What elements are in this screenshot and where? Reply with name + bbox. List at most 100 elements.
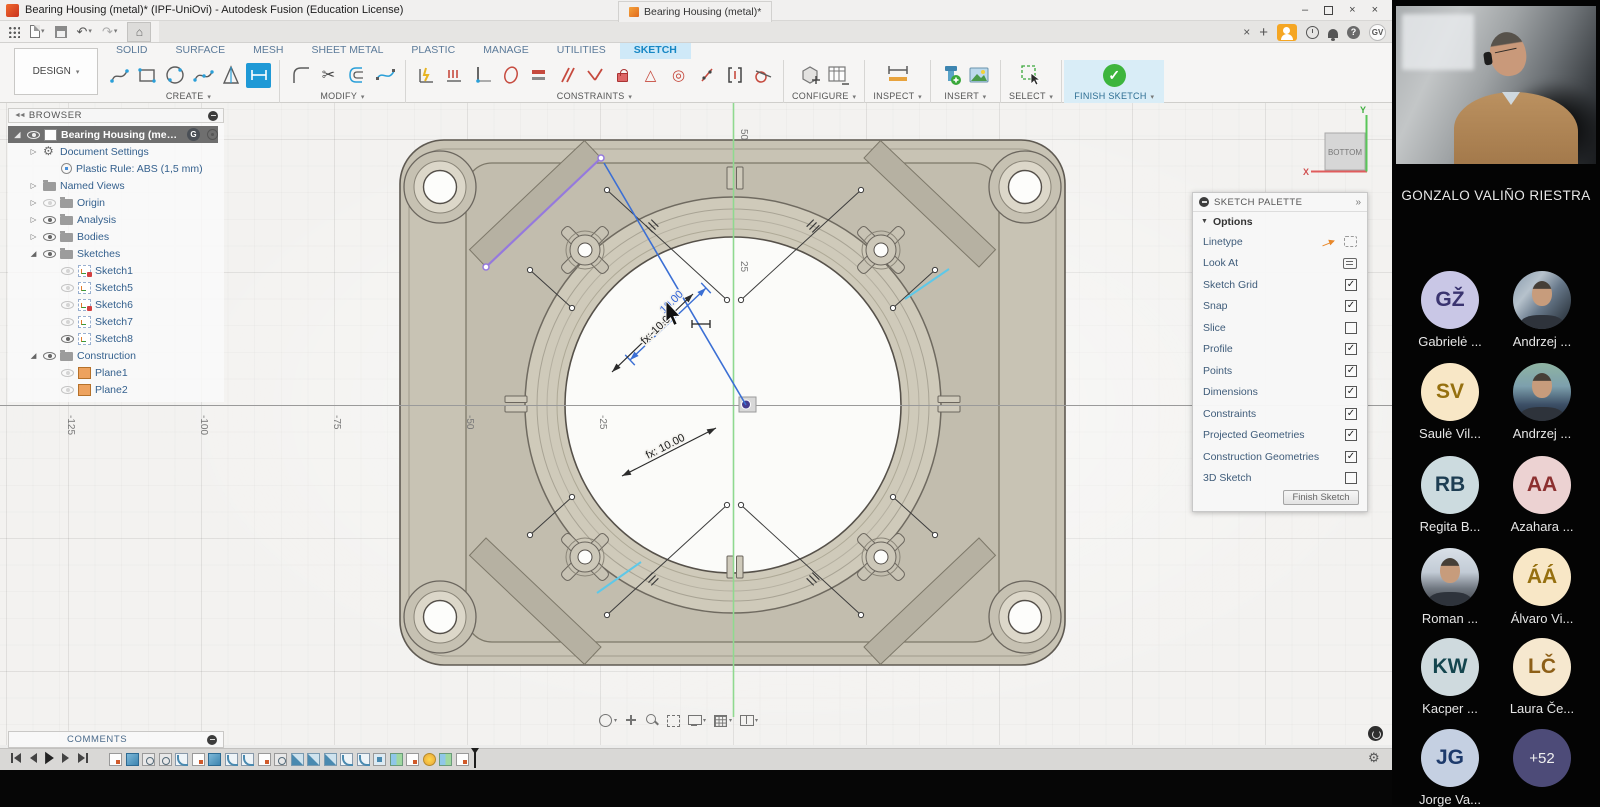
timeline-feature-fillet[interactable] (241, 753, 254, 766)
checkbox-construction-geometries[interactable]: ✓ (1345, 451, 1357, 463)
browser-item-bodies[interactable]: ▷Bodies (8, 228, 224, 245)
linetype-construction-icon[interactable] (1344, 236, 1357, 247)
grid-settings-icon[interactable]: ▾ (713, 714, 732, 726)
collapse-panel-icon[interactable]: ◄◄ (14, 112, 24, 119)
user-initials-badge[interactable]: GV (1369, 24, 1386, 41)
ground-badge-icon[interactable]: G (187, 128, 200, 141)
finish-sketch-label[interactable]: FINISH SKETCH ▾ (1074, 91, 1154, 101)
ribbon-tab-plastic[interactable]: PLASTIC (397, 43, 469, 59)
ribbon-tab-solid[interactable]: SOLID (102, 43, 162, 59)
speaker-video-tile[interactable] (1396, 6, 1596, 164)
collinear-constraint-icon[interactable] (694, 63, 719, 88)
checkbox-points[interactable]: ✓ (1345, 365, 1357, 377)
configuration-cube-icon[interactable] (798, 63, 823, 88)
fillet-tool-icon[interactable] (288, 63, 313, 88)
timeline-feature-sketch[interactable] (456, 753, 469, 766)
browser-item-plastic-rule-abs-1-5-mm[interactable]: Plastic Rule: ABS (1,5 mm) (8, 160, 224, 177)
visibility-eye-icon[interactable] (61, 267, 74, 275)
skip-end-icon[interactable] (78, 753, 89, 766)
display-settings-icon[interactable]: ▾ (687, 714, 706, 726)
timeline-feature-mirror[interactable] (390, 753, 403, 766)
lock-constraint-icon[interactable] (610, 63, 635, 88)
browser-item-bearing-housing-metal[interactable]: ◢Bearing Housing (metal)G (8, 126, 218, 143)
browser-item-construction[interactable]: ◢Construction (8, 347, 224, 364)
visibility-eye-icon[interactable] (61, 318, 74, 326)
checkbox-profile[interactable]: ✓ (1345, 343, 1357, 355)
visibility-eye-icon[interactable] (61, 301, 74, 309)
linetype-spline-icon[interactable] (1322, 236, 1338, 248)
checkbox-projected-geometries[interactable]: ✓ (1345, 429, 1357, 441)
finish-sketch-group[interactable]: ✓ FINISH SKETCH ▾ (1064, 60, 1164, 106)
finish-sketch-button[interactable]: Finish Sketch (1283, 490, 1359, 505)
maximize-button[interactable] (1324, 6, 1333, 15)
checkbox-sketch-grid[interactable]: ✓ (1345, 279, 1357, 291)
design-workspace-dropdown[interactable]: DESIGN▾ (14, 48, 98, 95)
line-tool-icon[interactable] (106, 63, 131, 88)
visibility-eye-icon[interactable] (61, 284, 74, 292)
select-tool-icon[interactable] (1019, 63, 1044, 88)
equal-constraint-icon[interactable] (526, 63, 551, 88)
cone-primitive-icon[interactable] (218, 63, 243, 88)
palette-menu-icon[interactable] (1199, 197, 1209, 207)
corner-hole[interactable] (989, 581, 1061, 653)
spline-tool-icon[interactable] (190, 63, 215, 88)
palette-expand-icon[interactable]: » (1355, 197, 1361, 208)
modify-group-label[interactable]: MODIFY ▾ (320, 91, 364, 101)
browser-menu-icon[interactable] (208, 111, 218, 121)
view-cube-face-label[interactable]: BOTTOM (1328, 148, 1362, 157)
timeline-feature-hole[interactable] (142, 753, 155, 766)
visibility-eye-icon[interactable] (61, 369, 74, 377)
expander-icon[interactable]: ▷ (28, 215, 39, 224)
view-cube[interactable]: BOTTOM X Y (1303, 105, 1367, 177)
corner-hole[interactable] (404, 581, 476, 653)
close-tab-icon[interactable]: × (1243, 25, 1250, 39)
timeline-feature-bulb[interactable] (423, 753, 436, 766)
midpoint-constraint-icon[interactable] (722, 63, 747, 88)
browser-item-origin[interactable]: ▷Origin (8, 194, 224, 211)
auto-dimension-icon[interactable] (414, 63, 439, 88)
browser-item-named-views[interactable]: ▷Named Views (8, 177, 224, 194)
visibility-eye-icon[interactable] (43, 352, 56, 360)
browser-item-sketch8[interactable]: Sketch8 (8, 330, 224, 347)
orbit-icon[interactable]: ▾ (598, 714, 617, 726)
share-close-icon[interactable]: × (1372, 4, 1378, 16)
timeline-feature-sketch[interactable] (406, 753, 419, 766)
origin-marker[interactable] (739, 397, 756, 412)
ribbon-tab-manage[interactable]: MANAGE (469, 43, 543, 59)
timeline-feature-chamfer[interactable] (291, 753, 304, 766)
ellipse-constraint-icon[interactable] (498, 63, 523, 88)
origin-target-icon[interactable] (207, 129, 218, 140)
file-icon[interactable] (30, 25, 40, 38)
pan-icon[interactable] (624, 714, 638, 726)
corner-hole[interactable] (989, 151, 1061, 223)
ribbon-tab-utilities[interactable]: UTILITIES (543, 43, 620, 59)
browser-item-sketch6[interactable]: Sketch6 (8, 296, 224, 313)
save-icon[interactable] (55, 26, 67, 38)
measure-tool-icon[interactable] (885, 63, 910, 88)
chevron-down-icon[interactable]: ▼ (1201, 218, 1208, 225)
timeline-position-marker[interactable] (474, 752, 476, 768)
timeline-feature-hole[interactable] (274, 753, 287, 766)
visibility-eye-icon[interactable] (43, 199, 56, 207)
redo-icon[interactable]: ↷▾ (102, 25, 117, 38)
timeline-feature-fillet[interactable] (357, 753, 370, 766)
expander-icon[interactable]: ▷ (28, 181, 39, 190)
viewports-icon[interactable]: ▾ (739, 714, 758, 726)
browser-item-sketch7[interactable]: Sketch7 (8, 313, 224, 330)
select-group-label[interactable]: SELECT ▾ (1009, 91, 1053, 101)
ribbon-tab-sheet-metal[interactable]: SHEET METAL (297, 43, 397, 59)
visibility-eye-icon[interactable] (27, 131, 40, 139)
finish-sketch-check-icon[interactable]: ✓ (1103, 64, 1126, 87)
constraints-group-label[interactable]: CONSTRAINTS ▾ (557, 91, 632, 101)
browser-item-plane1[interactable]: Plane1 (8, 364, 224, 381)
inspect-group-label[interactable]: INSPECT ▾ (873, 91, 922, 101)
circle-tool-icon[interactable] (162, 63, 187, 88)
timeline-feature-sketch[interactable] (109, 753, 122, 766)
participant-tile[interactable]: Andrzej ... (1486, 363, 1598, 441)
ribbon-tab-sketch[interactable]: SKETCH (620, 43, 691, 59)
timeline-feature-extrude[interactable] (126, 753, 139, 766)
checkbox-slice[interactable] (1345, 322, 1357, 334)
comments-bar[interactable]: COMMENTS (8, 731, 224, 748)
expander-icon[interactable]: ▷ (28, 232, 39, 241)
perpendicular-constraint-icon[interactable] (582, 63, 607, 88)
